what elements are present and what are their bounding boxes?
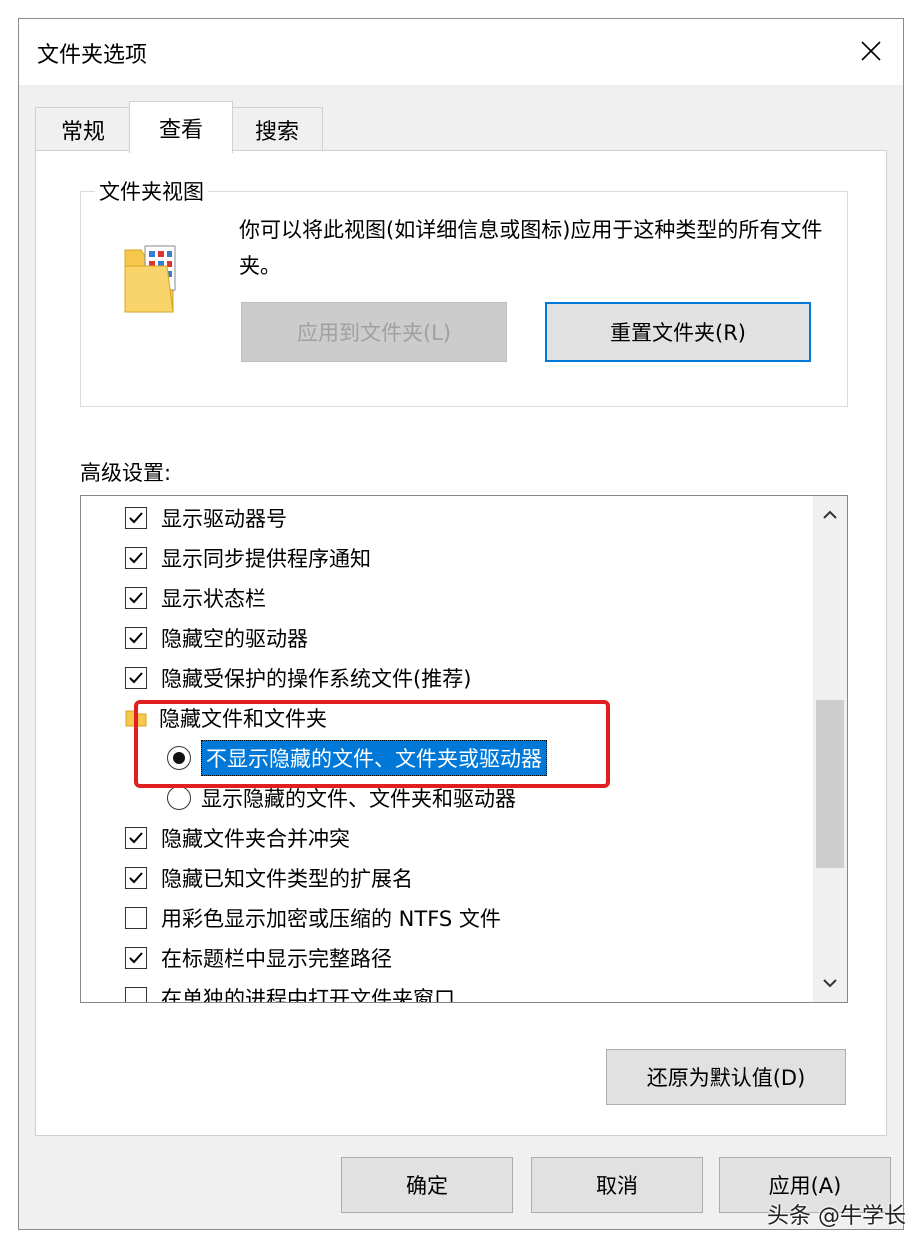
group-title: 文件夹视图 — [95, 176, 208, 206]
checkbox[interactable] — [125, 587, 147, 609]
list-item[interactable]: 隐藏受保护的操作系统文件(推荐) — [125, 658, 471, 698]
list-item-radio[interactable]: 显示隐藏的文件、文件夹和驱动器 — [167, 778, 516, 818]
tab-label: 查看 — [158, 117, 203, 143]
list-item[interactable]: 隐藏已知文件类型的扩展名 — [125, 858, 413, 898]
watermark: 头条 @牛学长 — [767, 1204, 906, 1229]
item-label: 隐藏已知文件类型的扩展名 — [161, 867, 413, 891]
title-bar: 文件夹选项 — [19, 19, 903, 85]
checkbox[interactable] — [125, 827, 147, 849]
vertical-scrollbar[interactable] — [813, 496, 847, 1002]
item-label: 隐藏文件夹合并冲突 — [161, 827, 350, 851]
cancel-button[interactable]: 取消 — [531, 1157, 703, 1213]
checkbox[interactable] — [125, 667, 147, 689]
list-item-radio-selected[interactable]: 不显示隐藏的文件、文件夹或驱动器 — [167, 738, 547, 778]
list-item[interactable]: 在单独的进程中打开文件夹窗口 — [125, 978, 455, 1003]
radio-button[interactable] — [167, 786, 191, 810]
item-label: 隐藏文件和文件夹 — [159, 707, 327, 731]
check-icon — [129, 632, 143, 644]
item-label: 显示隐藏的文件、文件夹和驱动器 — [201, 787, 516, 811]
checkbox[interactable] — [125, 627, 147, 649]
list-item[interactable]: 显示同步提供程序通知 — [125, 538, 371, 578]
folder-options-dialog: 文件夹选项 常规 查看 搜索 文件夹视图 你可以将此视图(如详细信息或图标)应用… — [18, 18, 904, 1230]
apply-to-folders-button[interactable]: 应用到文件夹(L) — [241, 302, 507, 362]
restore-defaults-button[interactable]: 还原为默认值(D) — [606, 1049, 846, 1105]
list-item[interactable]: 在标题栏中显示完整路径 — [125, 938, 392, 978]
window-title: 文件夹选项 — [37, 43, 148, 68]
checkbox[interactable] — [125, 867, 147, 889]
tab-view[interactable]: 查看 — [129, 101, 233, 153]
list-item-folder-group: 隐藏文件和文件夹 — [125, 698, 327, 738]
tab-general[interactable]: 常规 — [35, 107, 131, 151]
check-icon — [129, 872, 143, 884]
button-label: 取消 — [596, 1174, 638, 1198]
button-label: 确定 — [406, 1174, 448, 1198]
item-label: 在标题栏中显示完整路径 — [161, 947, 392, 971]
list-item[interactable]: 隐藏文件夹合并冲突 — [125, 818, 350, 858]
item-label: 隐藏受保护的操作系统文件(推荐) — [161, 667, 472, 691]
list-item[interactable]: 隐藏空的驱动器 — [125, 618, 308, 658]
checkbox[interactable] — [125, 987, 147, 1002]
button-label: 还原为默认值(D) — [646, 1066, 806, 1090]
check-icon — [129, 512, 143, 524]
checkbox[interactable] — [125, 947, 147, 969]
check-icon — [129, 832, 143, 844]
item-label: 用彩色显示加密或压缩的 NTFS 文件 — [161, 907, 501, 931]
radio-button[interactable] — [167, 746, 191, 770]
list-item[interactable]: 显示状态栏 — [125, 578, 266, 618]
folder-icon — [125, 710, 147, 727]
list-item[interactable]: 用彩色显示加密或压缩的 NTFS 文件 — [125, 898, 501, 938]
item-label: 显示同步提供程序通知 — [161, 547, 371, 571]
folder-views-description: 你可以将此视图(如详细信息或图标)应用于这种类型的所有文件夹。 — [239, 218, 823, 278]
check-icon — [129, 672, 143, 684]
item-label: 显示驱动器号 — [161, 507, 287, 531]
chevron-up-icon — [823, 510, 837, 519]
advanced-settings-label: 高级设置: — [80, 461, 172, 485]
checkbox[interactable] — [125, 507, 147, 529]
advanced-settings-list[interactable]: 显示驱动器号 显示同步提供程序通知 显示状态栏 隐藏空的驱动器 隐藏受保护的操作… — [80, 495, 848, 1003]
ok-button[interactable]: 确定 — [341, 1157, 513, 1213]
button-label: 应用到文件夹(L) — [296, 321, 452, 345]
check-icon — [129, 552, 143, 564]
tab-search[interactable]: 搜索 — [231, 107, 323, 151]
scroll-up-button[interactable] — [813, 498, 847, 532]
checkbox[interactable] — [125, 907, 147, 929]
checkbox[interactable] — [125, 547, 147, 569]
scroll-down-button[interactable] — [813, 966, 847, 1000]
folder-view-icon — [124, 245, 176, 313]
list-item[interactable]: 显示驱动器号 — [125, 498, 287, 538]
button-label: 重置文件夹(R) — [610, 321, 746, 345]
reset-folders-button[interactable]: 重置文件夹(R) — [545, 302, 811, 362]
tab-label: 搜索 — [254, 119, 299, 145]
view-tab-panel: 文件夹视图 你可以将此视图(如详细信息或图标)应用于这种类型的所有文件夹。 应用… — [35, 150, 887, 1136]
tab-label: 常规 — [60, 119, 105, 145]
scroll-thumb[interactable] — [816, 700, 844, 868]
button-label: 应用(A) — [768, 1174, 842, 1198]
check-icon — [129, 592, 143, 604]
item-label: 隐藏空的驱动器 — [161, 627, 308, 651]
close-icon — [861, 41, 881, 61]
item-label: 不显示隐藏的文件、文件夹或驱动器 — [201, 740, 547, 776]
chevron-down-icon — [823, 979, 837, 988]
folder-views-group: 文件夹视图 你可以将此视图(如详细信息或图标)应用于这种类型的所有文件夹。 应用… — [80, 176, 848, 407]
radio-dot — [173, 752, 185, 764]
item-label: 在单独的进程中打开文件夹窗口 — [161, 987, 455, 1003]
item-label: 显示状态栏 — [161, 587, 266, 611]
close-button[interactable] — [849, 31, 893, 71]
check-icon — [129, 952, 143, 964]
